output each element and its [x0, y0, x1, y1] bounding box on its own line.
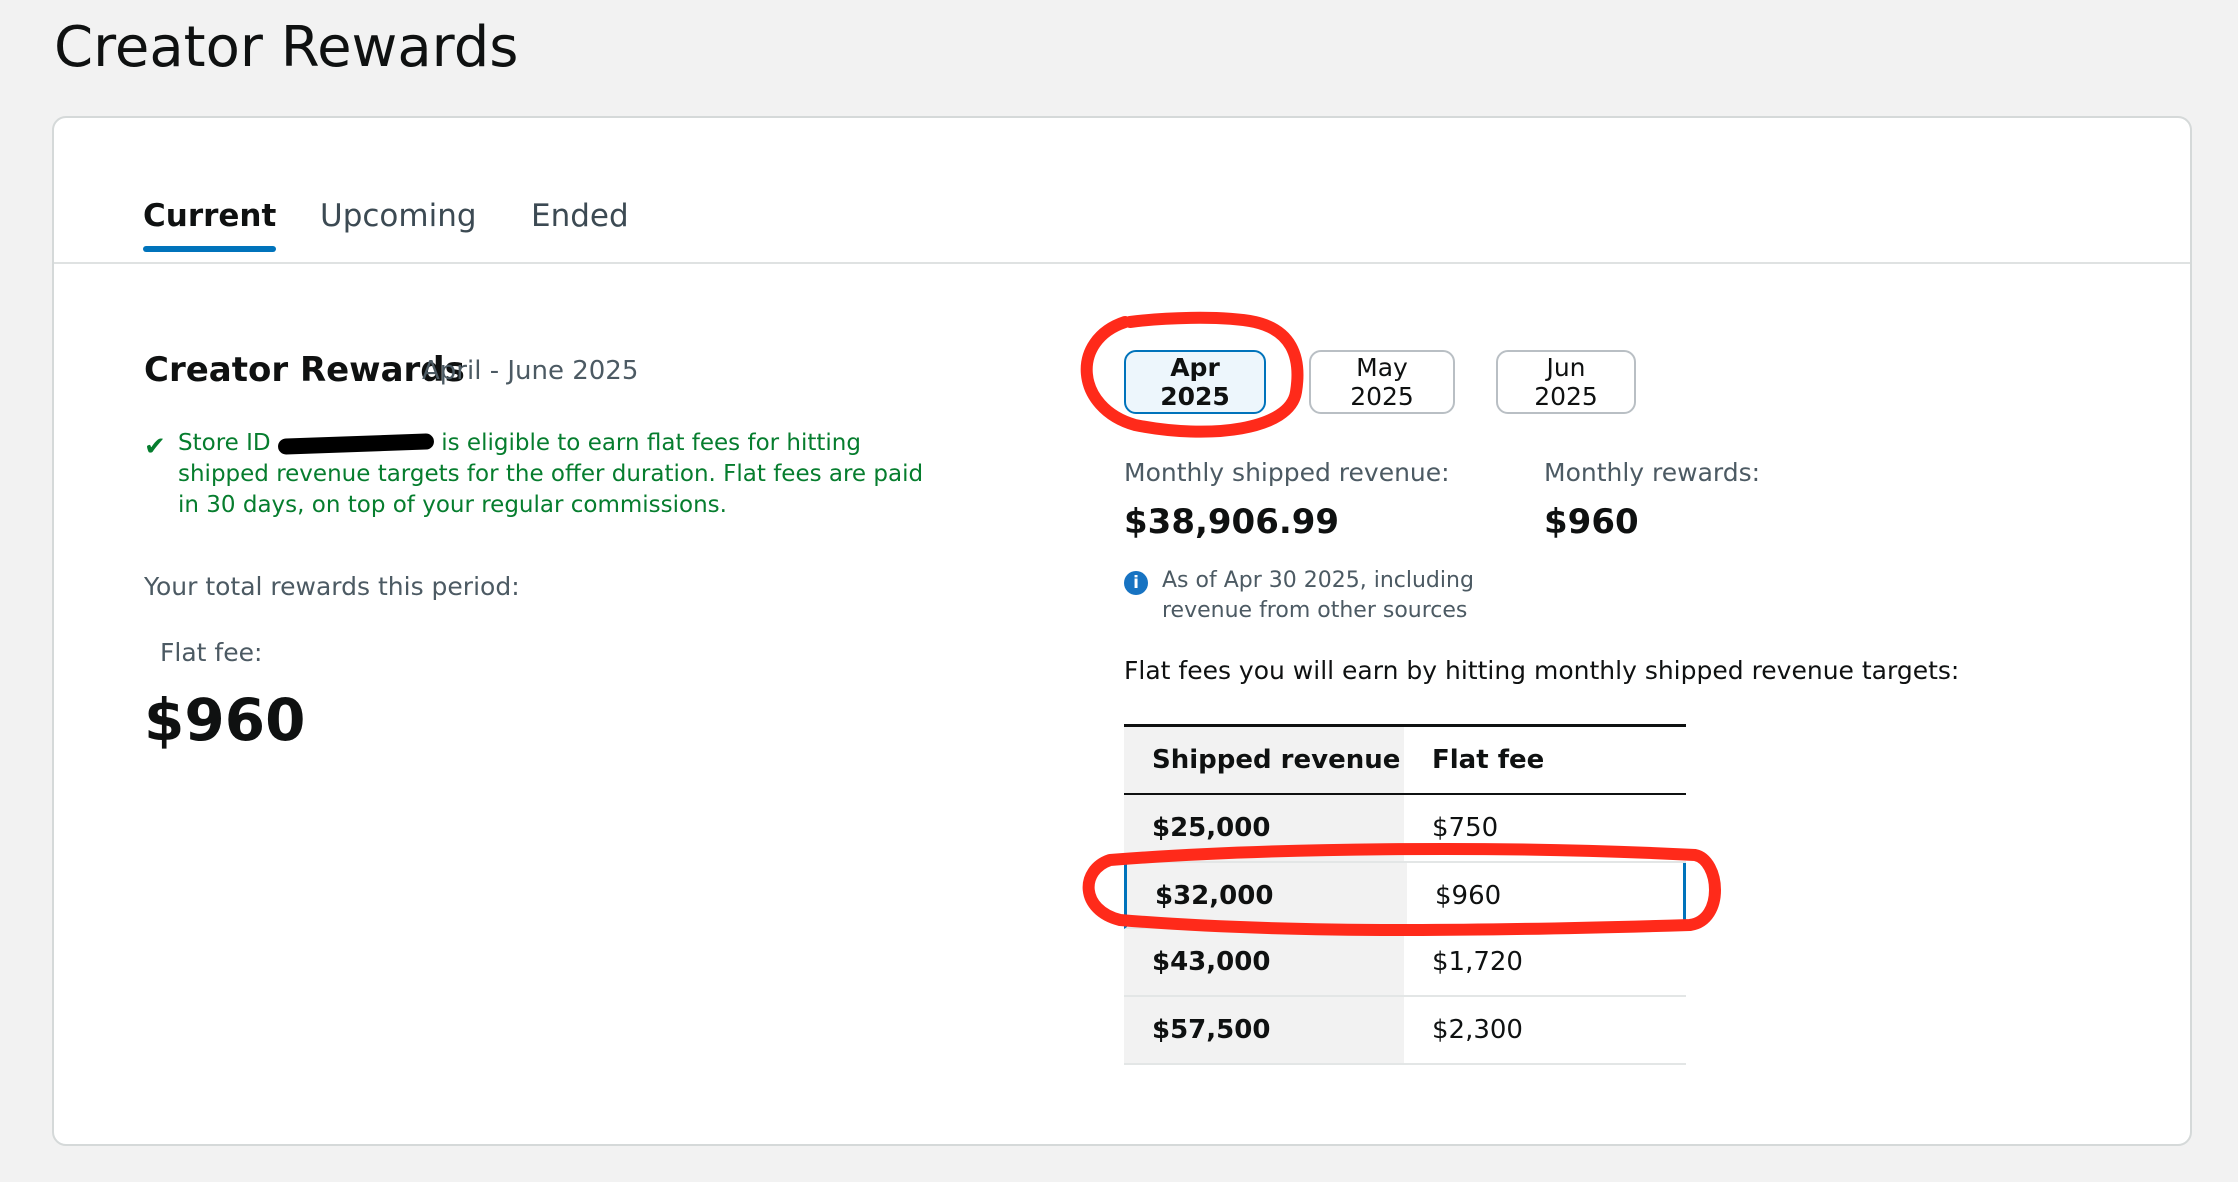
monthly-rewards-label: Monthly rewards: — [1544, 458, 1761, 487]
targets-table: Shipped revenue Flat fee $25,000 $750 $3… — [1124, 724, 1686, 1065]
flat-fee-cell: $2,300 — [1432, 1015, 1523, 1045]
rewards-card: Current Upcoming Ended Creator Rewards A… — [52, 116, 2192, 1146]
info-icon: i — [1124, 571, 1148, 595]
month-jun-2025-button[interactable]: Jun 2025 — [1496, 350, 1636, 414]
shipped-revenue-cell: $32,000 — [1127, 863, 1407, 927]
tab-current[interactable]: Current — [143, 182, 277, 252]
tab-ended[interactable]: Ended — [531, 182, 629, 250]
shipped-revenue-cell: $25,000 — [1124, 795, 1404, 861]
store-id-label: Store ID — [178, 430, 271, 456]
flat-fee-cell: $1,720 — [1432, 947, 1523, 977]
tab-upcoming[interactable]: Upcoming — [320, 182, 477, 250]
monthly-rewards-value: $960 — [1544, 502, 1639, 542]
rewards-title: Creator Rewards — [144, 350, 465, 390]
info-note-text: As of Apr 30 2025, including revenue fro… — [1162, 568, 1474, 623]
redacted-store-id — [277, 432, 435, 455]
table-row-achieved: $32,000 $960 — [1124, 863, 1686, 929]
shipped-revenue-cell: $57,500 — [1124, 997, 1404, 1063]
eligibility-message: ✔ Store ID is eligible to earn flat fees… — [144, 428, 938, 521]
column-header-flat-fee: Flat fee — [1432, 745, 1545, 775]
check-icon: ✔ — [144, 432, 166, 462]
monthly-revenue-value: $38,906.99 — [1124, 502, 1340, 542]
table-header-row: Shipped revenue Flat fee — [1124, 727, 1686, 795]
table-row: $25,000 $750 — [1124, 795, 1686, 863]
monthly-revenue-label: Monthly shipped revenue: — [1124, 458, 1450, 487]
table-row: $43,000 $1,720 — [1124, 929, 1686, 997]
targets-intro: Flat fees you will earn by hitting month… — [1124, 656, 1960, 685]
month-apr-2025-button[interactable]: Apr 2025 — [1124, 350, 1266, 414]
table-row: $57,500 $2,300 — [1124, 997, 1686, 1065]
column-header-shipped-revenue: Shipped revenue — [1124, 727, 1404, 793]
total-rewards-label: Your total rewards this period: — [144, 572, 520, 601]
flat-fee-cell: $960 — [1435, 881, 1502, 911]
month-may-2025-button[interactable]: May 2025 — [1309, 350, 1455, 414]
shipped-revenue-cell: $43,000 — [1124, 929, 1404, 995]
flat-fee-label: Flat fee: — [160, 638, 263, 667]
tab-bar: Current Upcoming Ended — [54, 118, 2190, 264]
flat-fee-cell: $750 — [1432, 813, 1499, 843]
flat-fee-value: $960 — [144, 686, 306, 754]
rewards-date-range: April - June 2025 — [422, 356, 639, 386]
page-title: Creator Rewards — [54, 15, 519, 80]
info-note: i As of Apr 30 2025, including revenue f… — [1124, 566, 1522, 626]
